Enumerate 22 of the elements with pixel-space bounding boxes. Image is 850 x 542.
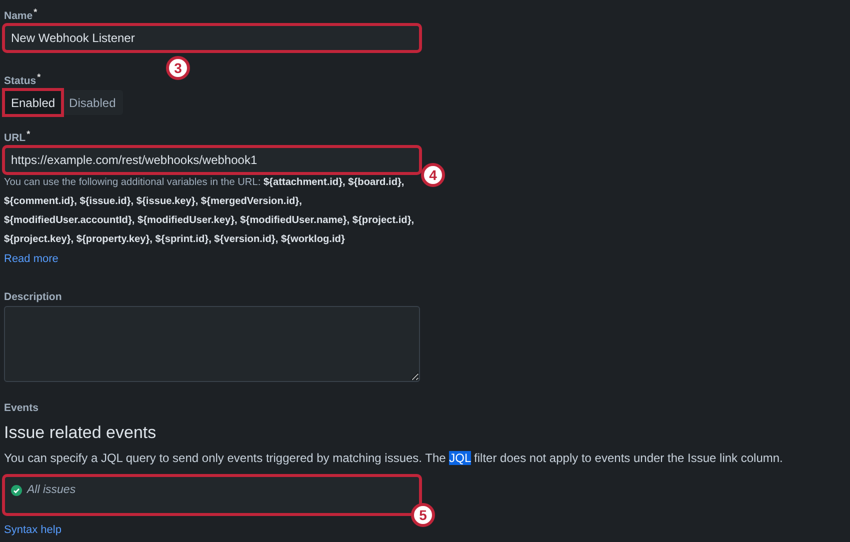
help-text: You can use the following additional variables in the URL: ${attachment.id}, ${board.id}, ${comment.id}, ${issue.id}, ${issue.key}, ${mergedVersion.id}, ${modifiedUser.accountId}, ${modifiedUser.key}, ${modifiedUser.name}, ${project.id}, ${project.key}, ${property.key}, ${sprint.id}, ${version.id}, ${worklog.id} [4, 176, 416, 247]
field-label: URL [4, 132, 26, 144]
jql-input[interactable]: All issues [4, 476, 420, 514]
description-input[interactable] [4, 306, 420, 382]
info-text: You can specify a JQL query to send only events triggered by matching issues. The JQL filter does not apply to events under the Issue link column. [4, 451, 784, 465]
callout-badge: 3 [166, 56, 190, 80]
field-label: Description [4, 291, 62, 303]
callout-badge: 5 [411, 503, 435, 527]
url-input[interactable]: https://example.com/rest/webhooks/webhook1 [4, 147, 420, 173]
syntax-help-link[interactable]: Syntax help [4, 524, 62, 536]
required-mark: * [34, 7, 38, 19]
callout-badge: 4 [421, 163, 445, 187]
section-heading: Issue related events [4, 423, 158, 443]
status-option[interactable]: Enabled [4, 90, 62, 115]
required-mark: * [37, 72, 41, 84]
name-input[interactable]: New Webhook Listener [4, 25, 420, 51]
section-label: Events [4, 402, 38, 414]
field-label: Status [4, 75, 36, 87]
read-more-link[interactable]: Read more [4, 253, 58, 265]
required-mark: * [26, 129, 30, 141]
field-label: Name [4, 10, 33, 22]
status-option[interactable]: Disabled [62, 90, 123, 115]
